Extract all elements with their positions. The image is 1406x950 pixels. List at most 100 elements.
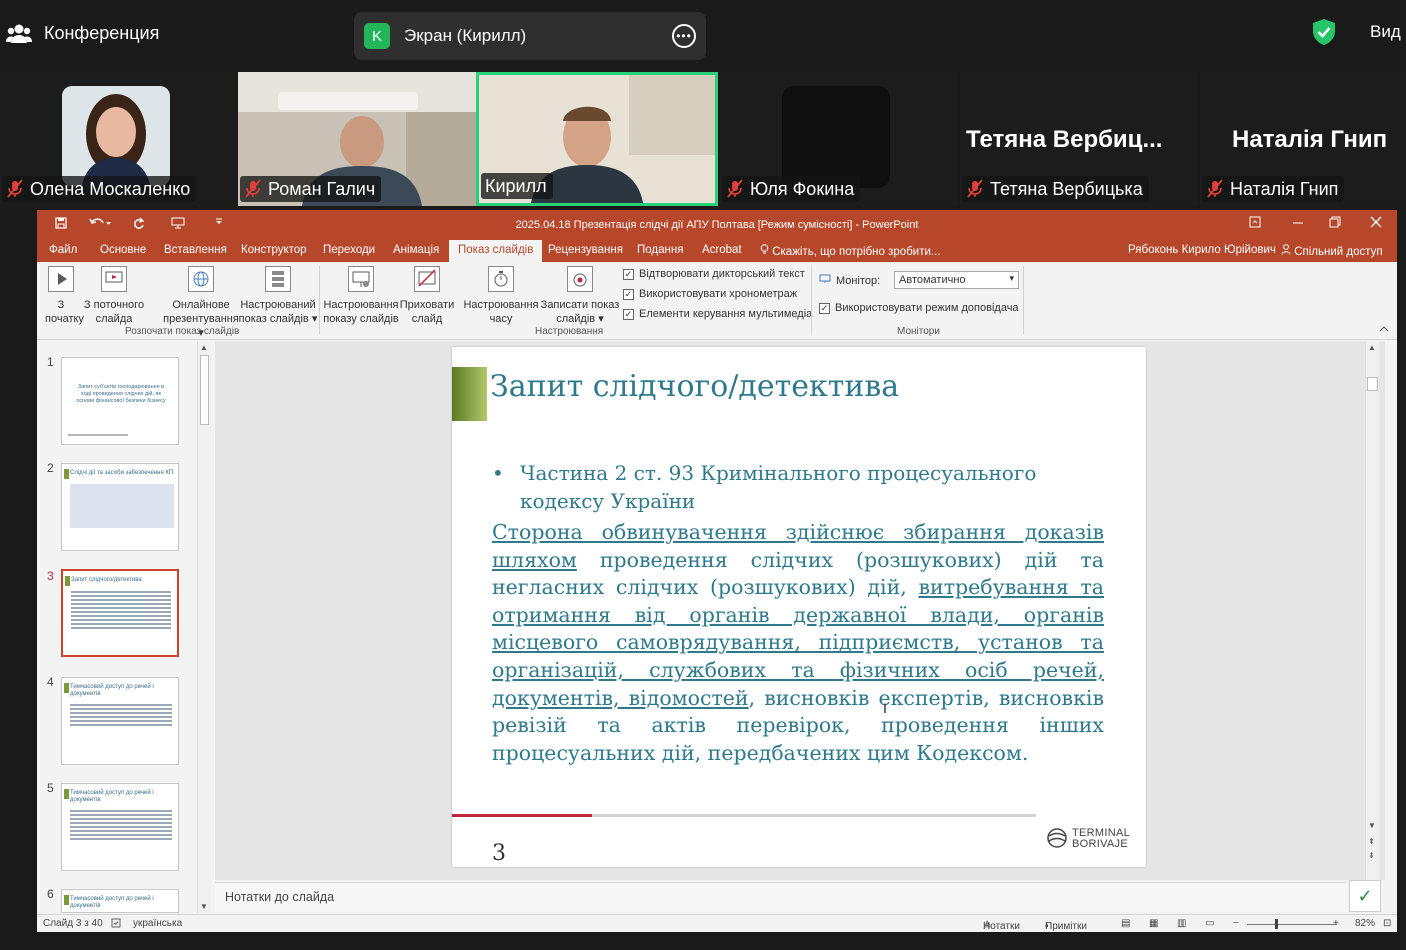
tab-slideshow[interactable]: Показ слайдів (449, 240, 543, 262)
tab-animations[interactable]: Анімація (393, 244, 439, 256)
zoom-in-icon[interactable]: + (1333, 918, 1339, 929)
participant-tile[interactable]: Наталія Гнип Наталія Гнип (1200, 72, 1406, 206)
from-current-slide-button[interactable]: З поточного слайда (81, 266, 147, 326)
previous-slide-icon[interactable]: ⇞ (1368, 837, 1375, 846)
participant-name: Роман Галич (268, 178, 376, 199)
custom-slideshow-button[interactable]: Настроюваний показ слайдів ▾ (237, 266, 319, 326)
participant-tile[interactable]: Роман Галич (238, 72, 476, 206)
account-user-name[interactable]: Рябоконь Кирило Юрійович (1128, 244, 1276, 256)
from-beginning-button[interactable]: З початку (45, 266, 84, 326)
participant-tile[interactable]: Тетяна Вербиц... Тетяна Вербицька (960, 72, 1198, 206)
slide-thumbnail[interactable]: Тимчасовий доступ до речей і документів (61, 783, 179, 871)
checkmark-icon[interactable]: ✓ (1349, 880, 1381, 912)
slide-thumbnail[interactable]: Тимчасовий доступ до речей і документів (61, 677, 179, 765)
normal-view-icon[interactable]: ▤ (1121, 918, 1130, 929)
slide-bullet[interactable]: Частина 2 ст. 93 Кримінального процесуал… (492, 459, 1112, 515)
collapse-ribbon-icon[interactable] (1379, 324, 1389, 335)
rehearse-timings-button[interactable]: Настроювання часу (463, 266, 539, 326)
play-narrations-checkbox[interactable]: ✓ Відтворювати дикторський текст (623, 268, 805, 280)
mic-muted-icon (6, 179, 24, 199)
participant-name-bar: Юля Фокина (722, 176, 861, 202)
slide-thumbnail[interactable]: Слідчі дії та засоби забезпечення КП (61, 463, 179, 551)
dropdown-arrow-icon: ▾ (598, 313, 604, 325)
language-indicator[interactable]: українська (133, 918, 182, 929)
thumbnails-scrollbar[interactable]: ▲ ▼ (197, 341, 211, 913)
thumb-number: 6 (47, 887, 54, 901)
slide-footer-line (452, 814, 1036, 817)
participant-tile[interactable]: Юля Фокина (720, 72, 958, 206)
scroll-thumb[interactable] (200, 355, 209, 425)
sharer-avatar: K (364, 23, 390, 49)
thumb-number: 4 (47, 675, 54, 689)
security-shield-icon[interactable] (1312, 18, 1336, 46)
status-bar: Слайд 3 з 40 українська ≜ Нотатки ▪ Прим… (37, 914, 1397, 932)
ribbon-separator (319, 266, 320, 334)
from-current-label-1: З поточного (83, 299, 145, 311)
tab-transitions[interactable]: Переходи (323, 244, 375, 256)
current-slide[interactable]: Запит слідчого/детектива Частина 2 ст. 9… (452, 347, 1146, 867)
participant-name-bar: Кирилл (481, 173, 553, 199)
slideshow-view-icon[interactable]: ▭ (1205, 918, 1214, 929)
tell-me-search[interactable]: Скажіть, що потрібно зробити... (760, 244, 940, 258)
tab-home[interactable]: Основне (100, 244, 146, 256)
hide-slide-label-2: слайд (411, 313, 443, 325)
media-controls-checkbox[interactable]: ✓ Елементи керування мультимедіа (623, 308, 812, 320)
tab-insert[interactable]: Вставлення (164, 244, 227, 256)
hide-slide-icon (414, 266, 440, 292)
share-button[interactable]: Спільний доступ (1281, 244, 1383, 258)
slide-thumbnail[interactable]: Тимчасовий доступ до речей і документів (61, 889, 179, 913)
fit-to-window-icon[interactable]: ⊡ (1383, 918, 1391, 929)
set-up-slideshow-button[interactable]: Настроювання показу слайдів (323, 266, 399, 326)
tab-view[interactable]: Подання (637, 244, 683, 256)
presenter-view-checkbox[interactable]: ✓ Використовувати режим доповідача (819, 302, 1019, 314)
participant-tile-active[interactable]: Кирилл (476, 72, 718, 206)
scroll-down-icon[interactable]: ▼ (200, 902, 208, 911)
tab-design[interactable]: Конструктор (241, 244, 307, 256)
slide-thumbnail[interactable]: Запит суб'єктів господарювання в ході пр… (61, 357, 179, 445)
conference-label: Конференция (44, 22, 160, 43)
participant-tile[interactable]: Олена Москаленко (0, 72, 238, 206)
scroll-down-icon[interactable]: ▼ (1368, 821, 1376, 830)
use-timings-checkbox[interactable]: ✓ Використовувати хронометраж (623, 288, 797, 300)
slide-thumbnails-pane: 1 Запит суб'єктів господарювання в ході … (37, 341, 213, 913)
restore-icon[interactable] (1329, 216, 1341, 231)
participant-name-bar: Олена Москаленко (2, 176, 197, 202)
tab-file[interactable]: Файл (49, 244, 77, 256)
monitor-select[interactable]: Автоматично ▾ (894, 271, 1019, 289)
spelling-check-icon[interactable] (111, 918, 121, 931)
ribbon-separator (1023, 266, 1024, 334)
tab-review[interactable]: Рецензування (548, 244, 623, 256)
custom-show-label-2-wrap: показ слайдів ▾ (237, 312, 319, 326)
next-slide-icon[interactable]: ⇟ (1368, 851, 1375, 860)
slide-body-text[interactable]: Сторона обвинувачення здійснює збирання … (492, 519, 1104, 767)
thumb-accent (65, 576, 70, 586)
tab-acrobat[interactable]: Acrobat (702, 244, 742, 256)
close-icon[interactable] (1370, 216, 1382, 231)
globe-icon (188, 266, 214, 292)
hide-slide-label-1: Приховати (399, 299, 455, 311)
scroll-up-icon[interactable]: ▲ (1368, 343, 1376, 352)
minimize-icon[interactable] (1292, 216, 1304, 231)
conference-menu[interactable]: Конференция (6, 22, 159, 44)
more-options-icon[interactable]: ••• (672, 24, 696, 48)
zoom-level[interactable]: 82% (1355, 918, 1375, 929)
slide-thumbnail-selected[interactable]: Запит слідчого/детектива (61, 569, 179, 657)
zoom-slider-thumb[interactable] (1275, 919, 1278, 929)
reading-view-icon[interactable]: ▥ (1177, 918, 1186, 929)
ribbon-display-options-icon[interactable] (1249, 216, 1261, 231)
slide-title[interactable]: Запит слідчого/детектива (490, 369, 899, 404)
zoom-out-icon[interactable]: − (1233, 918, 1239, 929)
slide-notes-pane[interactable]: Нотатки до слайда (215, 882, 1347, 912)
slide-scrollbar[interactable]: ▲ ▼ ⇞ ⇟ (1365, 341, 1379, 880)
zoom-slider-track[interactable] (1247, 924, 1337, 925)
participant-big-name: Тетяна Вербиц... (966, 126, 1163, 153)
scroll-up-icon[interactable]: ▲ (200, 343, 208, 352)
record-slideshow-button[interactable]: Записати показ слайдів ▾ (539, 266, 621, 326)
ribbon-tabs: Файл Основне Вставлення Конструктор Пере… (37, 240, 1397, 262)
view-button[interactable]: Вид (1370, 22, 1401, 42)
hide-slide-button[interactable]: Приховати слайд (399, 266, 455, 326)
slide-sorter-icon[interactable]: ▦ (1149, 918, 1158, 929)
participant-name-bar: Роман Галич (240, 176, 382, 202)
screen-share-pill[interactable]: K Экран (Кирилл) ••• (354, 12, 706, 60)
scroll-thumb[interactable] (1367, 377, 1378, 391)
